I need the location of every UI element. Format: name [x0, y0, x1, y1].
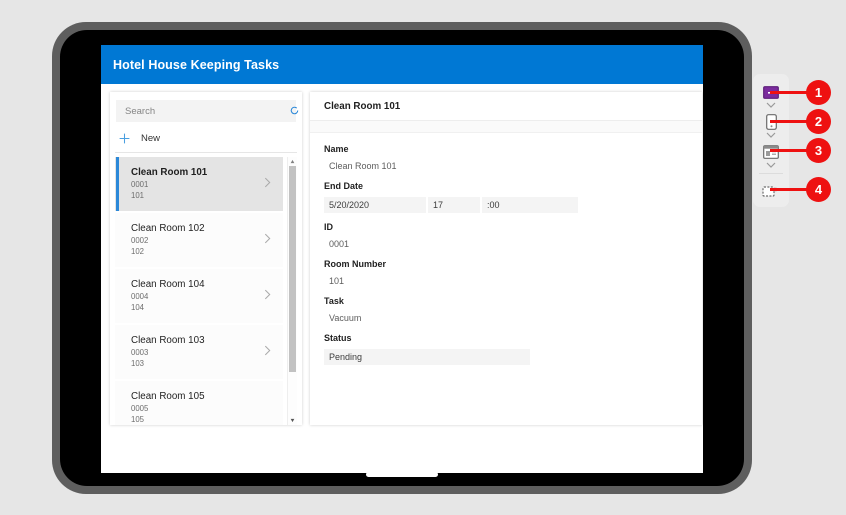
field-room-number: Room Number 101 [324, 259, 702, 287]
list-item-room: 105 [131, 415, 145, 424]
gallery-panel: New Clean Room 101 0001 101 Clean [110, 92, 302, 425]
list-item-id: 0002 [131, 236, 149, 245]
field-label-status: Status [324, 333, 352, 343]
list-item-id: 0001 [131, 180, 149, 189]
field-task: Task Vacuum [324, 296, 702, 324]
tablet-bezel: Hotel House Keeping Tasks Search New Cle… [60, 30, 744, 486]
detail-title: Clean Room 101 [324, 100, 401, 112]
list-item-id: 0003 [131, 348, 149, 357]
chevron-down-icon[interactable] [766, 132, 776, 138]
field-value-room-number[interactable]: 101 [324, 275, 702, 287]
end-date-row: 5/20/2020 17 :00 [324, 197, 702, 213]
field-label-id: ID [324, 222, 333, 232]
field-label-room-number: Room Number [324, 259, 387, 269]
list-item[interactable]: Clean Room 104 0004 104 [115, 269, 283, 323]
chevron-right-icon[interactable] [264, 177, 271, 188]
toolbar-divider [759, 173, 783, 174]
list-item-title: Clean Room 101 [131, 167, 208, 178]
tablet-device: Hotel House Keeping Tasks Search New Cle… [52, 22, 752, 494]
chevron-right-icon[interactable] [264, 233, 271, 244]
list-item-id: 0005 [131, 404, 149, 413]
field-value-id[interactable]: 0001 [324, 238, 702, 250]
plus-icon [119, 133, 130, 144]
list-item-room: 102 [131, 247, 145, 256]
list-item[interactable]: Clean Room 103 0003 103 [115, 325, 283, 379]
list-item-title: Clean Room 105 [131, 391, 205, 402]
detail-panel: Clean Room 101 Name Clean Room 101 End D… [310, 92, 702, 425]
app-body: New Clean Room 101 0001 101 Clean [101, 84, 703, 473]
list-item-room: 104 [131, 303, 145, 312]
callout-badge-1: 1 [806, 80, 831, 105]
callout-leader-line [770, 120, 810, 123]
search-input[interactable] [116, 100, 296, 122]
end-date-input[interactable]: 5/20/2020 [324, 197, 426, 213]
page-title: Hotel House Keeping Tasks [113, 57, 280, 72]
app-viewport: Hotel House Keeping Tasks Search New Cle… [101, 45, 703, 473]
scrollbar-thumb[interactable] [289, 166, 296, 372]
callout-leader-line [770, 149, 810, 152]
card-icon[interactable] [763, 145, 779, 159]
status-input[interactable]: Pending [324, 349, 530, 365]
list-item-room: 101 [131, 191, 145, 200]
card-icon-slot[interactable] [753, 142, 789, 162]
detail-form: Name Clean Room 101 End Date 5/20/2020 1… [310, 133, 702, 365]
list-item[interactable]: Clean Room 105 0005 105 [115, 381, 283, 425]
field-label-task: Task [324, 296, 344, 306]
callout-badge-2: 2 [806, 109, 831, 134]
chevron-down-icon[interactable] [766, 162, 776, 168]
list-item[interactable]: Clean Room 101 0001 101 [115, 157, 283, 211]
new-button-label: New [141, 133, 161, 144]
list-item-room: 103 [131, 359, 145, 368]
gallery-list[interactable]: Clean Room 101 0001 101 Clean Room 102 0… [115, 157, 297, 425]
end-minute-input[interactable]: :00 [482, 197, 578, 213]
home-indicator [366, 472, 438, 477]
app-header: Hotel House Keeping Tasks [101, 45, 703, 84]
field-status: Status Pending [324, 333, 702, 365]
field-end-date: End Date 5/20/2020 17 :00 [324, 181, 702, 213]
field-value-task[interactable]: Vacuum [324, 312, 702, 324]
list-item-title: Clean Room 103 [131, 335, 205, 346]
end-hour-input[interactable]: 17 [428, 197, 480, 213]
field-id: ID 0001 [324, 222, 702, 250]
list-item[interactable]: Clean Room 102 0002 102 [115, 213, 283, 267]
callout-badge-4: 4 [806, 177, 831, 202]
new-button[interactable]: New [115, 125, 297, 153]
detail-header: Clean Room 101 [310, 92, 702, 121]
detail-subbar [310, 121, 702, 133]
field-name: Name Clean Room 101 [324, 144, 702, 172]
search-row [116, 100, 299, 122]
list-item-id: 0004 [131, 292, 149, 301]
scroll-down-arrow-icon[interactable] [290, 418, 295, 423]
chevron-down-icon[interactable] [766, 102, 776, 108]
callout-leader-line [770, 188, 810, 191]
chevron-right-icon[interactable] [264, 289, 271, 300]
field-label-name: Name [324, 144, 349, 154]
chevron-right-icon[interactable] [264, 345, 271, 356]
list-item-title: Clean Room 102 [131, 223, 205, 234]
list-item-title: Clean Room 104 [131, 279, 205, 290]
callout-badge-3: 3 [806, 138, 831, 163]
field-value-name[interactable]: Clean Room 101 [324, 160, 702, 172]
callout-leader-line [770, 91, 810, 94]
scroll-up-arrow-icon[interactable] [290, 159, 295, 164]
list-scrollbar[interactable] [287, 157, 297, 425]
field-label-end-date: End Date [324, 181, 364, 191]
